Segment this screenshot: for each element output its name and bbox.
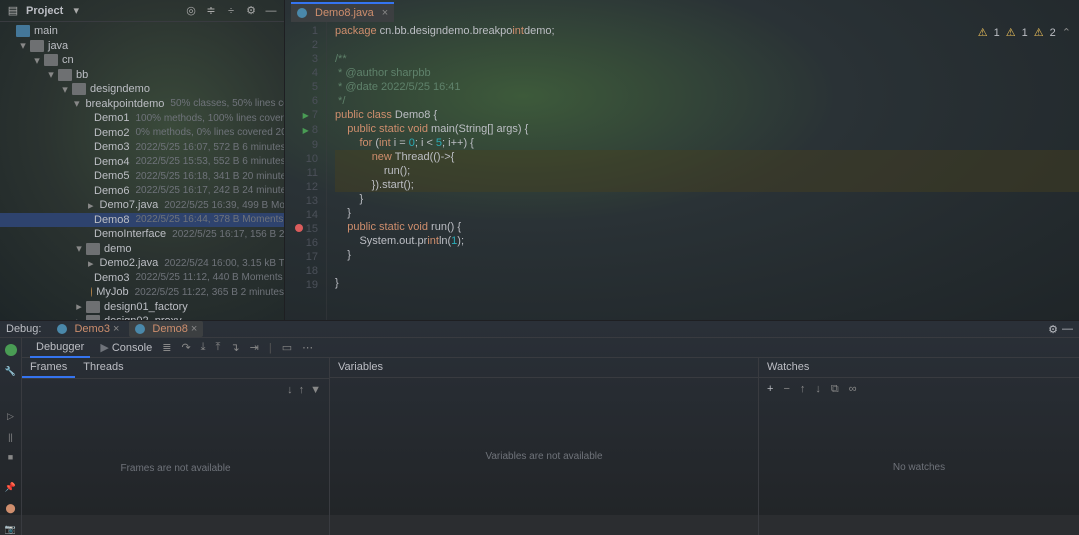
- more-icon[interactable]: ⋯: [302, 341, 313, 354]
- line-gutter[interactable]: 123456▶ 7▶ 891011121314 1516171819: [285, 22, 327, 320]
- next-icon[interactable]: ↑: [299, 384, 305, 396]
- project-header: ▤ Project ▾ ◎ ≑ ÷ ⚙ —: [0, 0, 284, 22]
- watches-title: Watches: [759, 358, 1079, 378]
- step-into-icon[interactable]: ↷: [181, 341, 190, 354]
- tree-item[interactable]: ▾java: [0, 39, 284, 54]
- variables-column: Variables Variables are not available: [330, 358, 759, 535]
- target-icon[interactable]: ◎: [184, 4, 198, 18]
- debug-label: Debug:: [6, 323, 41, 335]
- resume-icon[interactable]: ▷: [7, 411, 14, 422]
- up-icon[interactable]: ↑: [800, 383, 806, 395]
- bug-icon[interactable]: [5, 344, 17, 356]
- tree-item[interactable]: ▾breakpointdemo50% classes, 50% lines co…: [0, 97, 284, 112]
- variables-title: Variables: [330, 358, 758, 378]
- tab-demo8[interactable]: Demo8.java ×: [291, 2, 394, 22]
- tree-item[interactable]: Demo32022/5/25 11:12, 440 B Moments ag: [0, 271, 284, 286]
- debug-header: Debug: Demo3× Demo8× ⚙ —: [0, 321, 1079, 338]
- frames-tab[interactable]: Frames: [22, 358, 75, 378]
- close-icon[interactable]: ×: [382, 7, 388, 19]
- debug-subheader: Debugger ▶ Console ≣ ↷ ⤓ ⤒ ↴ ⇥ | ▭ ⋯: [22, 338, 1079, 358]
- pin-icon[interactable]: 📌: [5, 482, 16, 493]
- close-icon[interactable]: ×: [113, 323, 119, 335]
- frames-column: Frames Threads ↓ ↑ ▼ Frames are not avai…: [22, 358, 330, 535]
- debugger-tab[interactable]: Debugger: [30, 338, 90, 358]
- debug-tab-demo3[interactable]: Demo3×: [51, 321, 125, 337]
- minimize-icon[interactable]: —: [264, 4, 278, 18]
- tree-item[interactable]: Demo32022/5/25 16:07, 572 B 6 minutes: [0, 140, 284, 155]
- project-icon: ▤: [6, 4, 20, 18]
- close-icon[interactable]: ×: [191, 323, 197, 335]
- tree-item[interactable]: ▾demo: [0, 242, 284, 257]
- console-tab[interactable]: ▶ Console: [100, 341, 152, 354]
- gear-icon[interactable]: ⚙: [244, 4, 258, 18]
- tree-item[interactable]: Demo82022/5/25 16:44, 378 B Moments ag: [0, 213, 284, 228]
- tree-item[interactable]: main: [0, 24, 284, 39]
- minimize-icon[interactable]: —: [1062, 323, 1073, 335]
- tree-item[interactable]: ▸design01_factory: [0, 300, 284, 315]
- tree-item[interactable]: Demo62022/5/25 16:17, 242 B 24 minutes: [0, 184, 284, 199]
- add-watch-icon[interactable]: +: [767, 383, 773, 395]
- eval-icon[interactable]: ▭: [282, 341, 292, 354]
- filter-icon[interactable]: ▼: [310, 384, 321, 396]
- step-icon[interactable]: 🔧: [5, 366, 16, 377]
- down-icon[interactable]: ↓: [815, 383, 821, 395]
- copy-icon[interactable]: ⧉: [831, 383, 839, 396]
- tree-item[interactable]: Demo1100% methods, 100% lines covered: [0, 111, 284, 126]
- variables-body: Variables are not available: [330, 378, 758, 535]
- project-sidebar: ▤ Project ▾ ◎ ≑ ÷ ⚙ — main▾java▾cn▾bb▾de…: [0, 0, 285, 320]
- expand-icon[interactable]: ≑: [204, 4, 218, 18]
- debug-tab-demo8[interactable]: Demo8×: [129, 321, 203, 337]
- tree-item[interactable]: Demo52022/5/25 16:18, 341 B 20 minutes: [0, 169, 284, 184]
- debug-panel: Debug: Demo3× Demo8× ⚙ — 🔧 ▷ || ■ 📌 ⬤ 📷: [0, 320, 1079, 515]
- tab-label: Demo8.java: [315, 7, 374, 19]
- project-title: Project: [26, 5, 63, 17]
- tree-item[interactable]: ▸Demo7.java2022/5/25 16:39, 499 B Momen: [0, 198, 284, 213]
- run-to-icon[interactable]: ⇥: [250, 341, 259, 354]
- prev-icon[interactable]: ↓: [287, 384, 293, 396]
- tree-item[interactable]: ▾cn: [0, 53, 284, 68]
- gear-icon[interactable]: ⚙: [1048, 323, 1058, 336]
- step-icon[interactable]: ↴: [230, 341, 239, 354]
- stop-icon[interactable]: ■: [8, 452, 13, 462]
- threads-tab[interactable]: Threads: [75, 358, 131, 378]
- tree-item[interactable]: Demo42022/5/25 15:53, 552 B 6 minutes: [0, 155, 284, 170]
- camera-icon[interactable]: 📷: [5, 524, 16, 535]
- remove-icon[interactable]: −: [783, 383, 789, 395]
- editor-pane: Demo8.java × ⚠1 ⚠1 ⚠2 ⌃ 123456▶ 7▶ 89101…: [285, 0, 1079, 320]
- tree-item[interactable]: ▾bb: [0, 68, 284, 83]
- pause-icon[interactable]: ||: [8, 432, 13, 442]
- project-tree[interactable]: main▾java▾cn▾bb▾designdemo▾breakpointdem…: [0, 22, 284, 320]
- debug-runbar: 🔧 ▷ || ■ 📌 ⬤ 📷: [0, 338, 22, 535]
- code-editor[interactable]: package cn.bb.designdemo.breakpointdemo;…: [327, 22, 1079, 320]
- tree-item[interactable]: ▾designdemo: [0, 82, 284, 97]
- link-icon[interactable]: ∞: [849, 383, 857, 395]
- chevron-down-icon[interactable]: ▾: [69, 4, 83, 18]
- step-over-icon[interactable]: ≣: [162, 341, 171, 354]
- tree-item[interactable]: DemoInterface2022/5/25 16:17, 156 B 24: [0, 227, 284, 242]
- java-icon: [297, 8, 307, 18]
- step-out-icon[interactable]: ⤓: [201, 341, 206, 354]
- watches-column: Watches + − ↑ ↓ ⧉ ∞ No watches: [759, 358, 1079, 535]
- flame-icon[interactable]: ⬤: [5, 503, 15, 514]
- tree-item[interactable]: ▸Demo2.java2022/5/24 16:00, 3.15 kB Tod: [0, 256, 284, 271]
- editor-tabbar: Demo8.java ×: [285, 0, 1079, 22]
- tree-item[interactable]: MyJob2022/5/25 11:22, 365 B 2 minutes: [0, 285, 284, 300]
- tree-item[interactable]: Demo20% methods, 0% lines covered 202: [0, 126, 284, 141]
- step-icon[interactable]: ⤒: [216, 341, 221, 354]
- collapse-icon[interactable]: ÷: [224, 4, 238, 18]
